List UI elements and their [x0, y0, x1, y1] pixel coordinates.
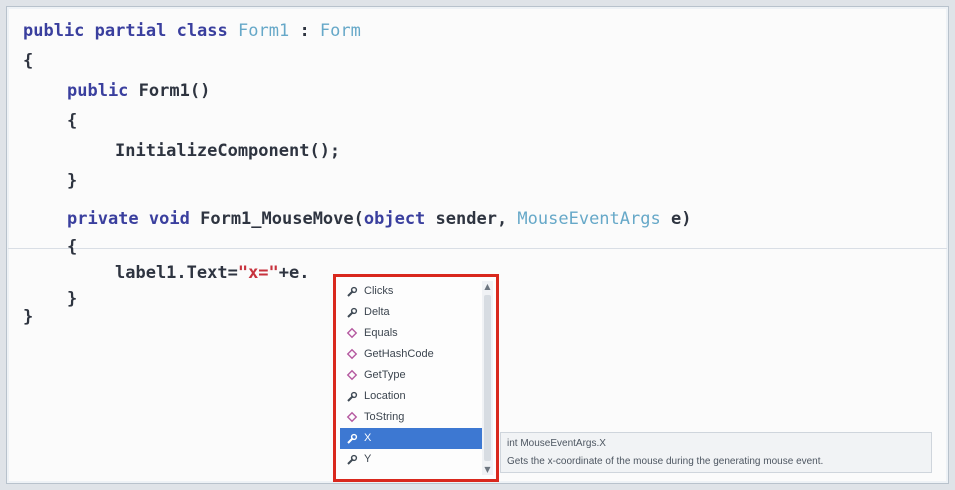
intellisense-list[interactable]: Clicks Delta Equals GetHashCode GetType … [340, 281, 485, 470]
assignment-target: label1.Text= [115, 263, 238, 283]
tooltip-description: Gets the x-coordinate of the mouse durin… [507, 456, 824, 467]
string-literal: "x=" [237, 263, 279, 283]
constructor-name: Form1() [138, 81, 211, 101]
code-line-8: { [67, 237, 78, 257]
intellisense-item-delta[interactable]: Delta [340, 302, 485, 323]
intellisense-scrollbar[interactable]: ▲ ▼ [482, 281, 493, 475]
type-mouseeventargs: MouseEventArgs [517, 209, 661, 229]
current-line-guide [8, 248, 947, 249]
intellisense-item-label: Delta [364, 306, 390, 318]
intellisense-item-tostring[interactable]: ToString [340, 407, 485, 428]
intellisense-item-gethashcode[interactable]: GetHashCode [340, 344, 485, 365]
keyword-partial: partial [94, 21, 167, 41]
intellisense-item-label: Equals [364, 327, 398, 339]
code-line-4: { [67, 111, 78, 131]
intellisense-item-label: X [364, 432, 372, 444]
intellisense-item-x[interactable]: X [340, 428, 485, 449]
intellisense-item-y[interactable]: Y [340, 449, 485, 470]
keyword-class: class [176, 21, 228, 41]
method-icon [346, 407, 358, 428]
keyword-public: public [67, 81, 129, 101]
intellisense-popup[interactable]: Clicks Delta Equals GetHashCode GetType … [333, 274, 499, 482]
member-tooltip: int MouseEventArgs.X Gets the x-coordina… [500, 432, 932, 473]
keyword-object: object [363, 209, 426, 229]
method-name: Form1_MouseMove( [200, 209, 364, 229]
type-form: Form [319, 21, 361, 41]
keyword-void: void [148, 209, 190, 229]
code-line-6: } [67, 171, 78, 191]
method-icon [346, 365, 358, 386]
code-line-7: private void Form1_MouseMove(object send… [23, 205, 691, 233]
intellisense-item-label: Y [364, 453, 372, 465]
inheritance-separator: : [289, 21, 320, 41]
code-line-5: InitializeComponent(); [115, 141, 341, 161]
intellisense-item-label: GetHashCode [364, 348, 434, 360]
intellisense-item-gettype[interactable]: GetType [340, 365, 485, 386]
sender-param: sender, [425, 209, 518, 229]
intellisense-item-clicks[interactable]: Clicks [340, 281, 485, 302]
tooltip-signature: int MouseEventArgs.X [507, 438, 606, 449]
code-line-9: label1.Text="x="+e. [23, 259, 310, 287]
code-editor[interactable]: public partial class Form1 : Form { publ… [6, 6, 949, 484]
scroll-thumb[interactable] [484, 295, 491, 461]
method-icon [346, 344, 358, 365]
type-form1: Form1 [238, 21, 290, 41]
wrench-property-icon [346, 428, 358, 449]
wrench-property-icon [346, 302, 358, 323]
scroll-up-arrow-icon[interactable]: ▲ [482, 281, 493, 292]
code-line-1: public partial class Form1 : Form [23, 17, 361, 45]
wrench-property-icon [346, 386, 358, 407]
code-line-11: } [23, 307, 34, 327]
wrench-property-icon [346, 449, 358, 470]
member-access: +e. [278, 263, 310, 283]
code-line-2: { [23, 51, 34, 71]
code-line-3: public Form1() [23, 77, 210, 105]
intellisense-item-label: ToString [364, 411, 405, 423]
keyword-private: private [67, 209, 139, 229]
scroll-down-arrow-icon[interactable]: ▼ [482, 464, 493, 475]
keyword-public: public [23, 21, 85, 41]
intellisense-item-location[interactable]: Location [340, 386, 485, 407]
e-param: e) [660, 209, 692, 229]
intellisense-item-equals[interactable]: Equals [340, 323, 485, 344]
intellisense-item-label: GetType [364, 369, 406, 381]
intellisense-item-label: Location [364, 390, 406, 402]
wrench-property-icon [346, 281, 358, 302]
method-icon [346, 323, 358, 344]
intellisense-item-label: Clicks [364, 285, 394, 297]
